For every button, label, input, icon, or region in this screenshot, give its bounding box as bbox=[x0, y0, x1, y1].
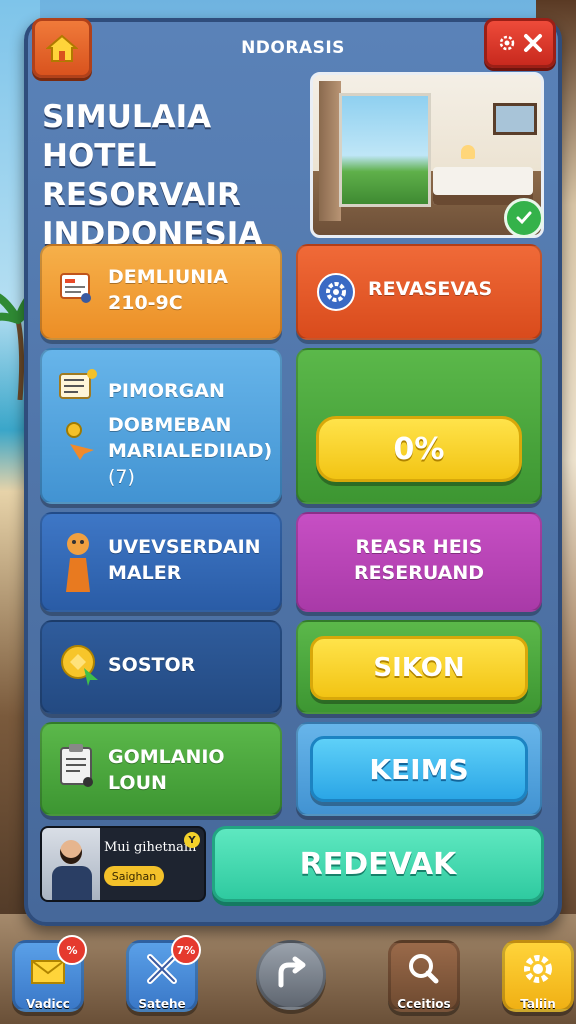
tile-3-line-3: MARIALEDIIAD) bbox=[108, 440, 273, 462]
promo-card[interactable]: Mui gihetnain Saighan Y bbox=[40, 826, 206, 902]
home-button[interactable] bbox=[32, 18, 92, 78]
tile-6-line-2: RESERUAND bbox=[353, 562, 485, 584]
panel-title: NDORASIS bbox=[241, 38, 345, 58]
settings-close-button[interactable] bbox=[484, 18, 556, 68]
tile-pimorgan[interactable]: PIMORGAN DOBMEBAN MARIALEDIIAD) (7) bbox=[40, 348, 282, 504]
search-icon bbox=[409, 954, 439, 984]
list-icon bbox=[59, 369, 97, 399]
dock-label-1: Vadicc bbox=[26, 997, 70, 1011]
tile-6-line-1: REASR HEIS bbox=[355, 536, 483, 558]
tile-keims: KEIMS bbox=[296, 722, 542, 816]
dock-search-button[interactable]: Cceitios bbox=[388, 940, 460, 1012]
close-icon bbox=[524, 34, 542, 52]
progress-label: 0% bbox=[393, 431, 445, 467]
tile-2-label: REVASEVAS bbox=[368, 278, 493, 300]
promo-text: Mui gihetnain bbox=[104, 840, 197, 855]
document-icon bbox=[60, 273, 91, 303]
curtain-image bbox=[319, 81, 341, 221]
tile-9-line-1: GOMLANIO bbox=[108, 746, 225, 768]
lamp-image bbox=[461, 145, 475, 159]
redevak-label: REDEVAK bbox=[299, 846, 457, 882]
tile-9-line-2: LOUN bbox=[108, 772, 167, 794]
dock-mail-button[interactable]: % Vadicc bbox=[12, 935, 87, 1012]
dock-label-2: Satehe bbox=[138, 997, 186, 1011]
redevak-button[interactable]: REDEVAK bbox=[212, 826, 544, 902]
tile-5-line-2: MALER bbox=[108, 562, 182, 584]
keims-label: KEIMS bbox=[369, 752, 469, 786]
tile-3-line-1: PIMORGAN bbox=[108, 380, 225, 402]
game-title: SIMULAIA HOTEL RESORVAIR INDDONESIA bbox=[42, 98, 312, 254]
dock-settings-button[interactable]: Taliin bbox=[502, 940, 574, 1012]
arrow-icon bbox=[278, 956, 306, 988]
gear-icon bbox=[499, 35, 515, 51]
dock-label-5: Taliin bbox=[520, 997, 556, 1011]
sikon-label: SIKON bbox=[373, 653, 465, 683]
gear-icon bbox=[524, 955, 552, 983]
dock-tools-button[interactable]: 7% Satehe bbox=[126, 935, 201, 1012]
mail-badge: % bbox=[57, 935, 87, 965]
settings-icon bbox=[317, 273, 355, 311]
avatar-head bbox=[60, 840, 82, 864]
tile-reasr-heis[interactable]: REASR HEIS RESERUAND bbox=[296, 512, 542, 612]
tile-1-line-2: 210-9C bbox=[108, 292, 183, 314]
promo-corner-badge: Y bbox=[184, 832, 200, 848]
sikon-button[interactable]: SIKON bbox=[310, 636, 528, 700]
tools-badge: 7% bbox=[171, 935, 201, 965]
tile-demliunia[interactable]: DEMLIUNIA 210-9C bbox=[40, 244, 282, 340]
cursor-icon bbox=[66, 422, 94, 460]
character-icon bbox=[66, 533, 90, 592]
tile-sostor[interactable]: SOSTOR bbox=[40, 620, 282, 714]
wall-art-image bbox=[493, 103, 537, 135]
avatar-body bbox=[52, 866, 92, 900]
dock-label-4: Cceitios bbox=[397, 997, 451, 1011]
window-image bbox=[339, 93, 431, 207]
dock-arrow-button[interactable] bbox=[256, 940, 326, 1010]
tile-progress: 0% bbox=[296, 348, 542, 504]
tile-sikon: SIKON bbox=[296, 620, 542, 714]
title-line-1: SIMULAIA HOTEL bbox=[42, 99, 212, 174]
title-line-2: RESORVAIR bbox=[42, 177, 241, 213]
coin-cursor-icon bbox=[61, 645, 98, 686]
tile-3-line-4: (7) bbox=[108, 466, 135, 488]
tile-3-line-2: DOBMEBAN bbox=[108, 414, 232, 436]
tile-5-line-1: UVEVSERDAIN bbox=[108, 536, 261, 558]
progress-button[interactable]: 0% bbox=[316, 416, 522, 482]
tile-gomlanio[interactable]: GOMLANIO LOUN bbox=[40, 722, 282, 816]
tile-revasevas[interactable]: REVASEVAS bbox=[296, 244, 542, 340]
promo-button[interactable]: Saighan bbox=[104, 866, 164, 886]
tile-1-line-1: DEMLIUNIA bbox=[108, 266, 228, 288]
home-icon bbox=[46, 34, 78, 62]
clipboard-icon bbox=[60, 744, 93, 787]
tile-uvevserdain[interactable]: UVEVSERDAIN MALER bbox=[40, 512, 282, 612]
check-icon bbox=[504, 198, 544, 238]
keims-button[interactable]: KEIMS bbox=[310, 736, 528, 802]
tile-7-label: SOSTOR bbox=[108, 654, 196, 676]
